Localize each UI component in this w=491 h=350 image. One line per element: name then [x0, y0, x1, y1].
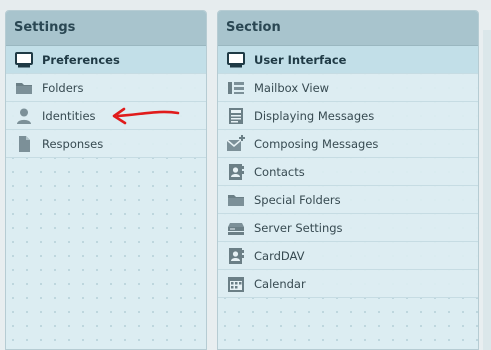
section-item-label: User Interface — [254, 52, 347, 67]
settings-item-preferences[interactable]: Preferences — [6, 46, 206, 74]
section-item-calendar[interactable]: Calendar — [218, 270, 478, 298]
monitor-icon — [14, 50, 34, 70]
annotation-arrow-icon — [112, 107, 180, 125]
right-edge-strip — [483, 30, 491, 350]
document-icon — [14, 134, 34, 154]
section-item-label: Mailbox View — [254, 80, 330, 95]
monitor-icon — [226, 50, 246, 70]
calendar-icon — [226, 274, 246, 294]
contact-card-icon — [226, 246, 246, 266]
server-icon — [226, 218, 246, 238]
section-item-label: Server Settings — [254, 220, 343, 235]
folder-icon — [14, 78, 34, 98]
settings-item-label: Folders — [42, 80, 84, 95]
top-background-strip — [0, 0, 491, 10]
contact-card-icon — [226, 162, 246, 182]
settings-item-label: Responses — [42, 136, 104, 151]
settings-item-responses[interactable]: Responses — [6, 130, 206, 158]
settings-item-folders[interactable]: Folders — [6, 74, 206, 102]
compose-envelope-icon — [226, 134, 246, 154]
list-layout-icon — [226, 78, 246, 98]
folder-icon — [226, 190, 246, 210]
person-icon — [14, 106, 34, 126]
section-item-special-folders[interactable]: Special Folders — [218, 186, 478, 214]
settings-item-label: Preferences — [42, 52, 120, 67]
settings-panel: Settings Preferences Folders Identities … — [5, 10, 207, 350]
section-item-carddav[interactable]: CardDAV — [218, 242, 478, 270]
section-item-contacts[interactable]: Contacts — [218, 158, 478, 186]
settings-panel-title: Settings — [6, 11, 206, 46]
settings-item-label: Identities — [42, 108, 96, 123]
section-item-server-settings[interactable]: Server Settings — [218, 214, 478, 242]
section-item-label: Displaying Messages — [254, 108, 375, 123]
section-item-label: Special Folders — [254, 192, 341, 207]
section-panel: Section User Interface Mailbox View Disp… — [217, 10, 479, 350]
section-item-displaying-messages[interactable]: Displaying Messages — [218, 102, 478, 130]
section-panel-title: Section — [218, 11, 478, 46]
section-item-mailbox-view[interactable]: Mailbox View — [218, 74, 478, 102]
section-item-user-interface[interactable]: User Interface — [218, 46, 478, 74]
section-item-label: CardDAV — [254, 248, 305, 263]
section-item-label: Composing Messages — [254, 136, 379, 151]
message-view-icon — [226, 106, 246, 126]
section-item-label: Contacts — [254, 164, 305, 179]
section-item-composing-messages[interactable]: Composing Messages — [218, 130, 478, 158]
section-item-label: Calendar — [254, 276, 306, 291]
